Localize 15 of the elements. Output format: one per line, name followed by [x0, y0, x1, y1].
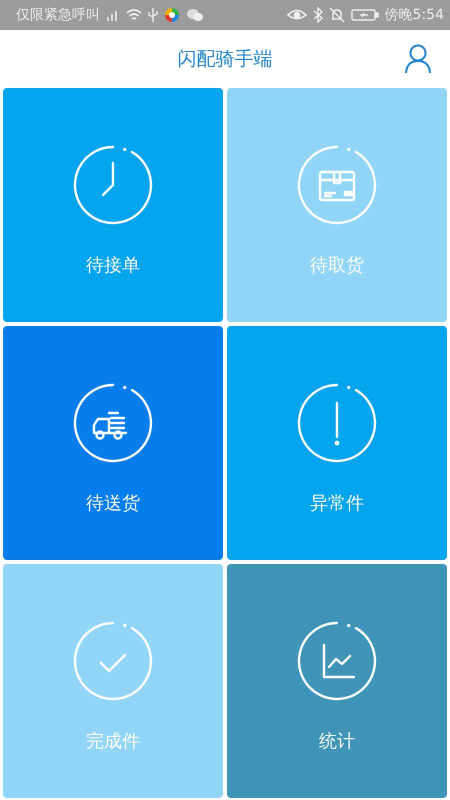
menu-tile[interactable]: 异常件: [227, 326, 447, 560]
tile-label: 统计: [319, 730, 355, 753]
tile-label: 待取货: [310, 254, 364, 277]
clock-time: 傍晚5:54: [384, 6, 444, 24]
menu-tile[interactable]: 待接单: [3, 88, 223, 322]
tile-label: 异常件: [310, 492, 364, 515]
menu-tile[interactable]: 待取货: [227, 88, 447, 322]
menu-tile[interactable]: 完成件: [3, 564, 223, 798]
tile-label: 完成件: [86, 730, 140, 753]
app-title: 闪配骑手端: [178, 47, 272, 72]
tile-label: 待送货: [86, 492, 140, 515]
tile-label: 待接单: [86, 254, 140, 277]
menu-tile[interactable]: 统计: [227, 564, 447, 798]
menu-tile[interactable]: 待送货: [3, 326, 223, 560]
carrier-text: 仅限紧急呼叫: [16, 6, 100, 24]
